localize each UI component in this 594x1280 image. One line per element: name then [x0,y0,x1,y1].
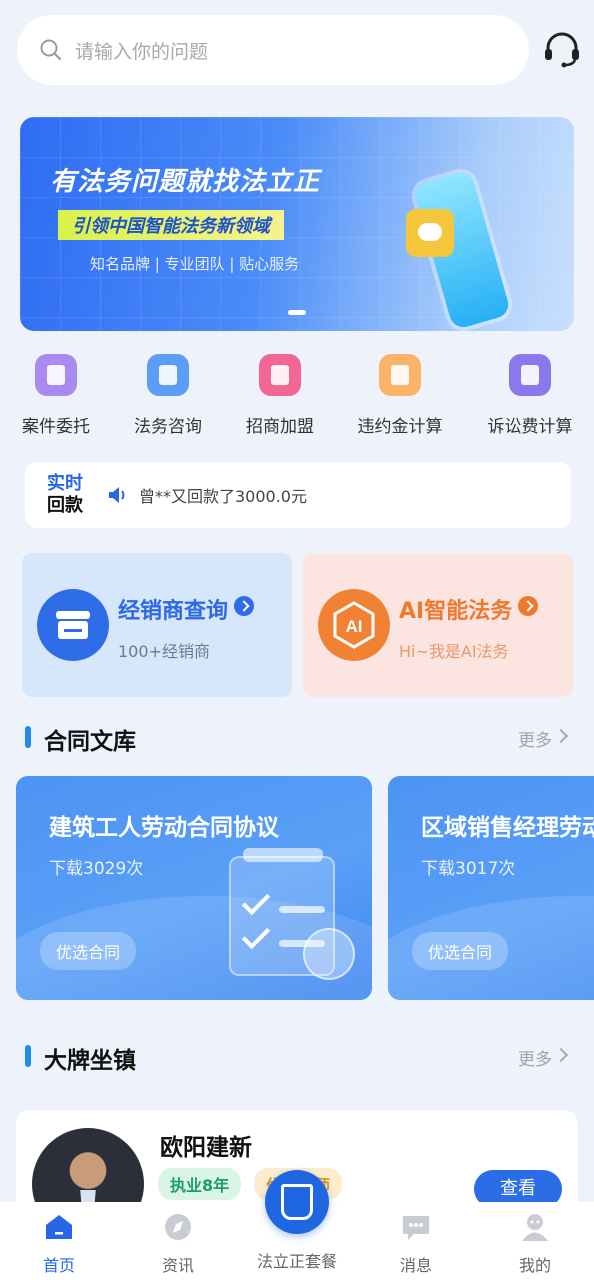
checkmark-icon [241,920,271,950]
ai-legal-card[interactable]: AI AI智能法务 Hi~我是AI法务 [303,553,573,697]
lawyers-section-header: 大牌坐镇 更多 [25,1041,570,1074]
arrow-right-icon [234,596,255,616]
dealer-query-card[interactable]: 经销商查询 100+经销商 [22,553,292,697]
payment-ticker[interactable]: 实时 回款 曾**又回款了3000.0元 [25,462,571,528]
compass-icon [165,1214,191,1240]
speaker-icon [109,487,125,503]
ai-icon-label: AI [346,617,363,636]
contracts-more-link[interactable]: 更多 [518,726,552,751]
customer-service-icon[interactable] [543,32,581,68]
user-icon [522,1214,548,1241]
lawyer-name: 欧阳建新 [160,1135,252,1161]
quick-nav-item-case[interactable]: 案件委托 [0,350,112,437]
ai-hexagon-icon: AI [318,589,390,661]
dealer-query-title-text: 经销商查询 [118,599,229,624]
ai-legal-title-text: AI智能法务 [399,599,513,624]
lawyer-years-badge: 执业8年 [158,1168,242,1200]
arrow-right-icon [518,596,539,616]
contract-title: 建筑工人劳动合同协议 [49,815,279,841]
chevron-right-icon[interactable] [553,728,569,744]
penalty-calc-icon [379,354,421,396]
chat-bubble-icon [406,209,454,257]
contract-carousel[interactable]: 建筑工人劳动合同协议 下载3029次 优选合同 区域销售经理劳动合同 下载301… [0,776,594,1002]
search-input[interactable]: 请输入你的问题 [17,15,529,85]
tab-news[interactable]: 资讯 [128,1212,228,1276]
section-accent-bar [25,726,31,748]
litigation-fee-icon [509,354,551,396]
search-placeholder: 请输入你的问题 [75,40,209,63]
tab-package-label[interactable]: 法立正套餐 [248,1248,346,1272]
contract-card[interactable]: 区域销售经理劳动合同 下载3017次 优选合同 [388,776,594,1000]
tab-mine-label: 我的 [518,1256,551,1275]
tab-home[interactable]: 首页 [9,1212,109,1276]
clipboard-clip [243,848,323,862]
case-icon [35,354,77,396]
contracts-section-header: 合同文库 更多 [25,722,570,755]
contracts-section-title: 合同文库 [44,729,136,755]
dealer-query-subtitle: 100+经销商 [118,642,210,661]
contract-downloads: 下载3017次 [421,859,516,879]
contract-tag: 优选合同 [40,932,137,970]
brand-seal-icon [303,928,355,980]
quick-nav-label: 诉讼费计算 [487,417,573,437]
ticker-tag-line2: 回款 [47,495,83,516]
tab-news-label: 资讯 [161,1256,194,1275]
tab-messages[interactable]: 消息 [366,1212,466,1276]
message-icon [403,1216,429,1240]
chevron-right-icon[interactable] [553,1047,569,1063]
ticker-tag: 实时 回款 [47,473,91,517]
tab-home-label: 首页 [42,1256,75,1275]
promo-banner[interactable]: 有法务问题就找法立正 引领中国智能法务新领域 知名品牌 | 专业团队 | 贴心服… [20,117,574,331]
quick-nav: 案件委托 法务咨询 招商加盟 违约金计算 诉讼费计算 [0,350,594,440]
banner-headline: 有法务问题就找法立正 [50,167,321,197]
consult-icon [147,354,189,396]
quick-nav-label: 案件委托 [22,417,90,437]
quick-nav-item-penalty-calc[interactable]: 违约金计算 [344,350,456,437]
lawyers-more-link[interactable]: 更多 [518,1045,552,1070]
quick-nav-item-consult[interactable]: 法务咨询 [112,350,224,437]
checklist-line [279,906,325,913]
contract-card[interactable]: 建筑工人劳动合同协议 下载3029次 优选合同 [16,776,372,1000]
quick-nav-label: 违约金计算 [357,417,443,437]
package-fab-button[interactable] [265,1170,329,1234]
section-accent-bar [25,1045,31,1067]
ai-legal-title: AI智能法务 [399,593,539,625]
contract-downloads: 下载3029次 [49,859,144,879]
search-icon [40,39,62,61]
ticker-message: 曾**又回款了3000.0元 [139,487,307,506]
tab-messages-label: 消息 [399,1256,432,1275]
store-icon [37,589,109,661]
franchise-icon [259,354,301,396]
lawyers-section-title: 大牌坐镇 [44,1048,136,1074]
banner-tagline: 引领中国智能法务新领域 [58,210,284,240]
ticker-tag-line1: 实时 [47,473,83,494]
dealer-query-title: 经销商查询 [118,593,255,625]
banner-pagination-dot [288,310,306,315]
quick-nav-label: 法务咨询 [134,417,202,437]
contract-tag: 优选合同 [412,932,509,970]
ai-legal-subtitle: Hi~我是AI法务 [399,642,509,661]
home-icon [46,1215,72,1239]
quick-nav-label: 招商加盟 [246,417,314,437]
brand-logo-icon [281,1184,313,1220]
tab-mine[interactable]: 我的 [485,1212,585,1276]
checkmark-icon [241,886,271,916]
banner-subtitle: 知名品牌 | 专业团队 | 贴心服务 [90,255,300,273]
quick-nav-item-franchise[interactable]: 招商加盟 [224,350,336,437]
quick-nav-item-litigation-fee[interactable]: 诉讼费计算 [474,350,586,437]
contract-title: 区域销售经理劳动合同 [421,815,594,841]
